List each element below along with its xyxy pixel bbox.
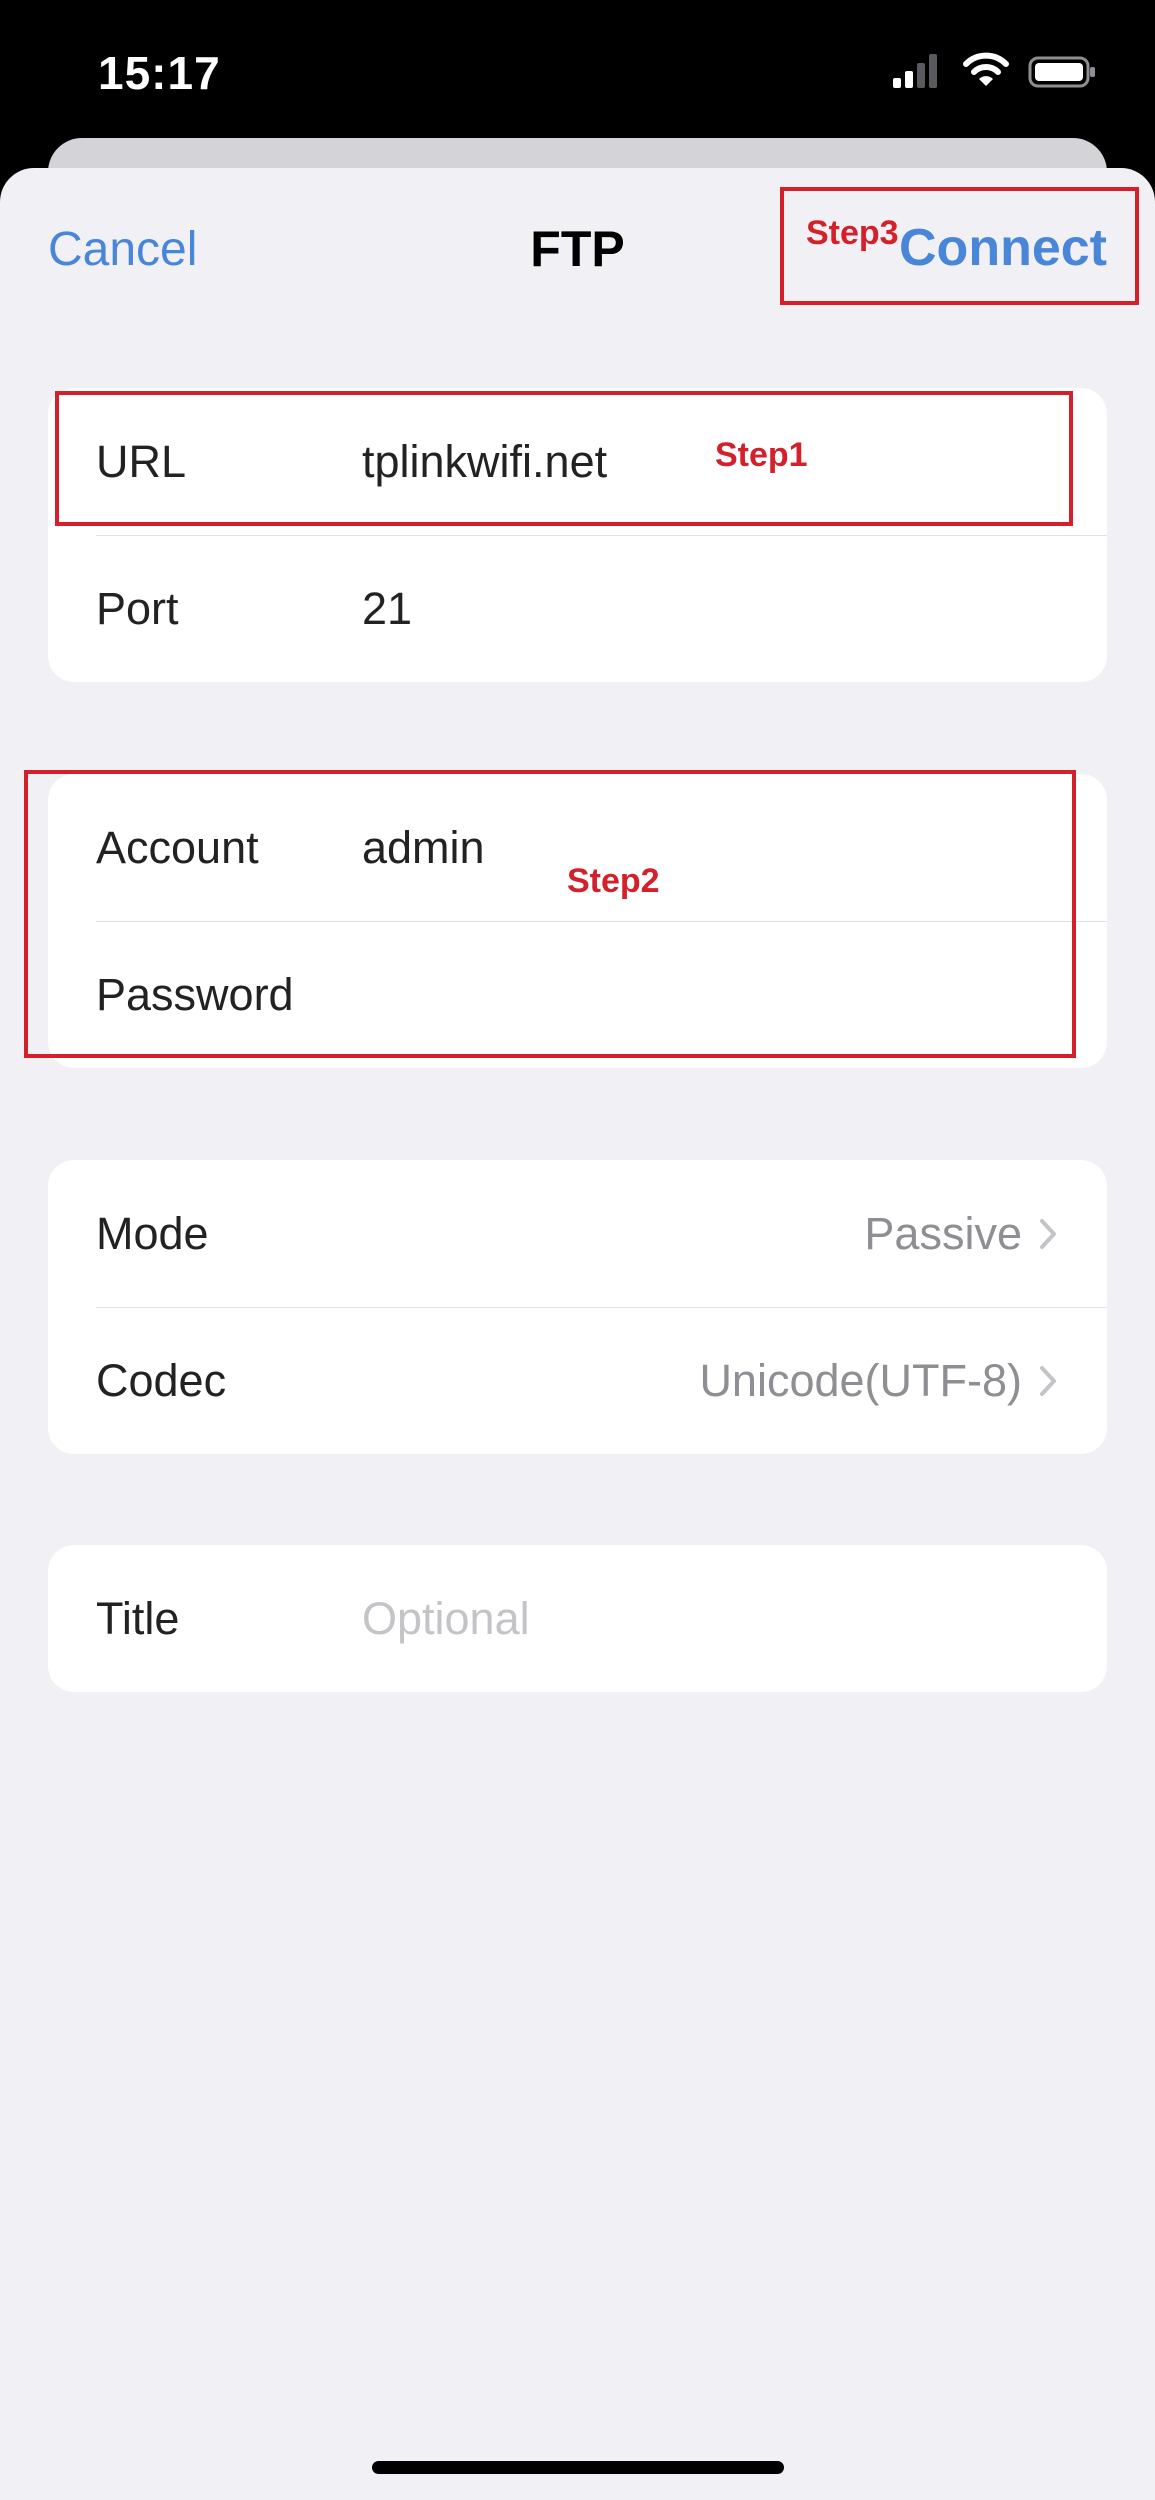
battery-icon	[1028, 56, 1095, 88]
mode-value: Passive	[864, 1207, 1022, 1259]
chevron-right-icon	[1040, 1365, 1056, 1396]
step1-annotation-label: Step1	[715, 436, 808, 474]
title-label: Title	[96, 1592, 180, 1644]
chevron-right-icon	[1040, 1218, 1056, 1249]
port-label: Port	[96, 582, 179, 634]
wifi-icon	[963, 52, 1009, 86]
codec-value: Unicode(UTF-8)	[699, 1354, 1022, 1406]
mode-label: Mode	[96, 1207, 209, 1259]
step1-annotation-box	[55, 391, 1073, 526]
options-group: Mode Passive Codec Unicode(UTF-8)	[48, 1160, 1107, 1454]
title-field[interactable]: Optional	[362, 1593, 530, 1645]
port-field[interactable]: 21	[362, 583, 412, 635]
home-indicator[interactable]	[372, 2461, 784, 2474]
mode-row[interactable]: Mode Passive	[48, 1160, 1107, 1307]
title-row[interactable]: Title Optional	[48, 1545, 1107, 1692]
status-bar: 15:17	[0, 0, 1155, 140]
cancel-button[interactable]: Cancel	[48, 222, 197, 277]
step3-annotation-label: Step3	[806, 214, 899, 252]
title-group: Title Optional	[48, 1545, 1107, 1692]
status-time: 15:17	[98, 47, 221, 99]
codec-row[interactable]: Codec Unicode(UTF-8)	[48, 1307, 1107, 1454]
step2-annotation-box	[24, 770, 1076, 1058]
step2-annotation-label: Step2	[567, 862, 660, 900]
signal-icon	[893, 54, 937, 88]
port-row[interactable]: Port 21	[48, 535, 1107, 682]
codec-label: Codec	[96, 1354, 227, 1406]
